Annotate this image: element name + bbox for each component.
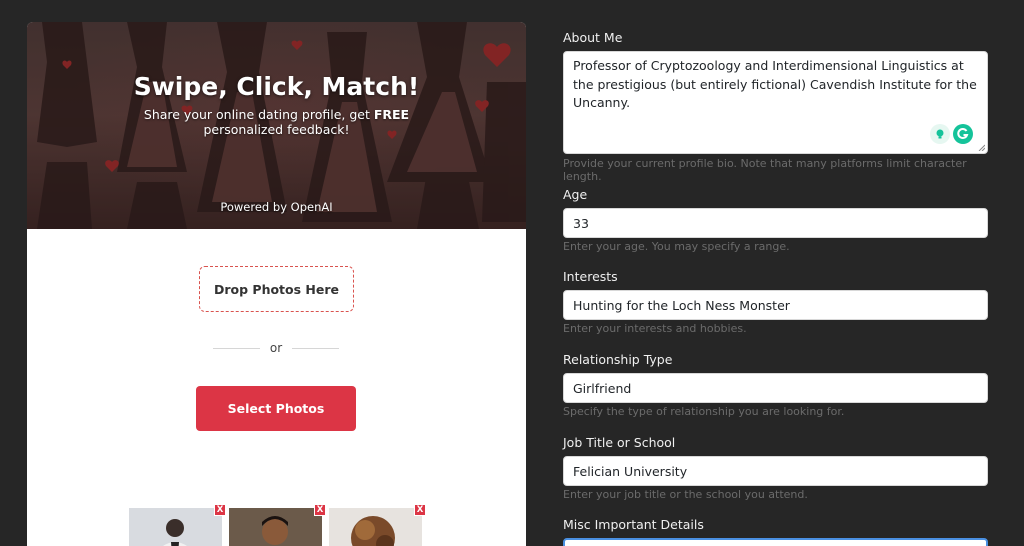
photo-thumbnail-icon — [329, 508, 422, 546]
remove-photo-button[interactable]: X — [414, 504, 426, 516]
misc-details-label: Misc Important Details — [563, 517, 704, 532]
age-help: Enter your age. You may specify a range. — [563, 240, 790, 253]
resize-handle-icon[interactable] — [978, 144, 985, 151]
photo-thumbnail — [129, 508, 222, 546]
misc-details-input[interactable] — [563, 538, 988, 546]
about-me-help: Provide your current profile bio. Note t… — [563, 157, 967, 183]
age-input[interactable]: 33 — [563, 208, 988, 238]
age-label: Age — [563, 187, 588, 202]
hero-banner: Swipe, Click, Match! Share your online d… — [27, 22, 526, 229]
remove-photo-button[interactable]: X — [214, 504, 226, 516]
select-photos-button[interactable]: Select Photos — [196, 386, 356, 431]
job-title-help: Enter your job title or the school you a… — [563, 488, 808, 501]
photo-thumbnail — [329, 508, 422, 546]
or-divider: or — [213, 340, 339, 356]
about-me-label: About Me — [563, 30, 623, 45]
hero-subtitle-prefix: Share your online dating profile, get — [143, 107, 374, 122]
or-text: or — [269, 341, 283, 355]
photo-thumbnail-icon — [229, 508, 322, 546]
divider-line-left — [213, 347, 260, 349]
job-title-label: Job Title or School — [563, 435, 676, 450]
upload-card: Swipe, Click, Match! Share your online d… — [27, 22, 526, 546]
interests-help: Enter your interests and hobbies. — [563, 322, 747, 335]
interests-label: Interests — [563, 269, 618, 284]
grammarly-widget[interactable] — [930, 124, 973, 144]
hero-title: Swipe, Click, Match! — [133, 72, 420, 101]
job-title-input[interactable]: Felician University — [563, 456, 988, 486]
lightbulb-icon[interactable] — [930, 124, 950, 144]
photo-thumbnail-icon — [129, 508, 222, 546]
relationship-type-label: Relationship Type — [563, 352, 673, 367]
photo-dropzone[interactable]: Drop Photos Here — [199, 266, 354, 312]
photo-thumbnail — [229, 508, 322, 546]
divider-line-right — [292, 347, 339, 349]
about-me-textarea[interactable]: Professor of Cryptozoology and Interdime… — [563, 51, 988, 154]
hero-subtitle-free: FREE — [373, 107, 410, 122]
relationship-type-input[interactable]: Girlfriend — [563, 373, 988, 403]
hero-subtitle: Share your online dating profile, get FR… — [27, 107, 526, 137]
about-me-value: Professor of Cryptozoology and Interdime… — [573, 58, 977, 110]
interests-input[interactable]: Hunting for the Loch Ness Monster — [563, 290, 988, 320]
relationship-type-help: Specify the type of relationship you are… — [563, 405, 845, 418]
powered-by: Powered by OpenAI — [220, 200, 333, 214]
remove-photo-button[interactable]: X — [314, 504, 326, 516]
grammarly-icon[interactable] — [953, 124, 973, 144]
hero-subtitle-suffix: personalized feedback! — [203, 122, 350, 137]
